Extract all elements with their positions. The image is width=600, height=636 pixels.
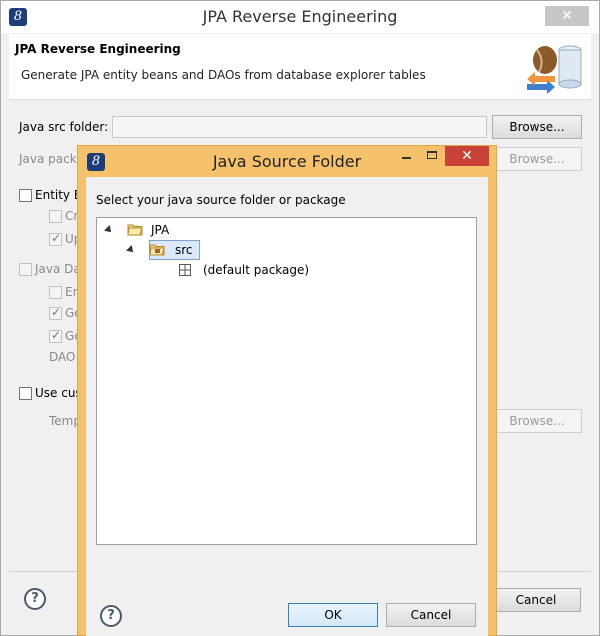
expand-arrow-icon[interactable] xyxy=(104,225,114,235)
window-titlebar[interactable]: 8 JPA Reverse Engineering ✕ xyxy=(1,1,599,33)
banner-description: Generate JPA entity beans and DAOs from … xyxy=(21,68,426,82)
browse-package-button[interactable]: Browse... xyxy=(492,147,582,171)
java-data-option2-checkbox[interactable] xyxy=(49,305,62,320)
help-icon[interactable]: ? xyxy=(24,588,46,610)
entity-bean-checkbox[interactable] xyxy=(19,189,32,202)
dialog-titlebar[interactable]: 8 Java Source Folder ✕ xyxy=(78,146,496,178)
tree-item-jpa[interactable]: JPA xyxy=(104,220,225,240)
source-folder-icon xyxy=(149,244,165,256)
maximize-button[interactable] xyxy=(419,146,445,166)
minimize-button[interactable] xyxy=(393,146,419,166)
dialog-cancel-button[interactable]: Cancel xyxy=(386,603,476,627)
tree-item-label: (default package) xyxy=(203,263,310,277)
java-data-label: Java Da xyxy=(35,262,81,276)
ok-button[interactable]: OK xyxy=(288,603,378,627)
dialog-help-icon[interactable]: ? xyxy=(100,605,122,627)
browse-src-folder-button[interactable]: Browse... xyxy=(492,115,582,139)
java-package-label: Java packa xyxy=(19,152,84,166)
maximize-icon xyxy=(427,151,437,159)
dialog-body: Select your java source folder or packag… xyxy=(86,177,488,636)
banner-title: JPA Reverse Engineering xyxy=(15,42,181,56)
java-src-folder-input[interactable] xyxy=(112,116,487,138)
expand-arrow-icon[interactable] xyxy=(126,245,136,255)
dao-label: DAO xyxy=(49,350,76,364)
cancel-button[interactable]: Cancel xyxy=(491,588,581,612)
entity-bean-label: Entity B xyxy=(35,188,83,202)
tree-item-label: JPA xyxy=(151,223,170,237)
use-custom-templates-checkbox[interactable] xyxy=(19,387,32,400)
java-src-folder-label: Java src folder: xyxy=(19,120,109,134)
java-source-folder-dialog: 8 Java Source Folder ✕ Select your java … xyxy=(77,145,497,636)
project-folder-icon xyxy=(127,224,143,236)
wizard-banner: JPA Reverse Engineering Generate JPA ent… xyxy=(9,34,591,100)
java-data-option1-checkbox[interactable] xyxy=(49,286,62,299)
package-icon xyxy=(179,264,191,276)
java-data-option3-checkbox[interactable] xyxy=(49,328,62,343)
entity-option1-checkbox[interactable] xyxy=(49,210,62,223)
dialog-close-button[interactable]: ✕ xyxy=(445,146,489,166)
beans-database-icon xyxy=(527,45,582,94)
entity-option2-checkbox[interactable] xyxy=(49,231,62,246)
use-custom-templates-label: Use cus xyxy=(35,386,82,400)
java-data-checkbox[interactable] xyxy=(19,263,32,276)
folder-tree[interactable]: JPA src (default package) xyxy=(96,217,477,545)
tree-item-default-package[interactable]: (default package) xyxy=(177,260,377,280)
minimize-icon xyxy=(402,157,411,159)
window-close-button[interactable]: ✕ xyxy=(545,6,589,26)
tree-item-src[interactable]: src xyxy=(126,240,247,260)
tree-item-label: src xyxy=(175,243,193,257)
browse-template-button[interactable]: Browse... xyxy=(492,409,582,433)
dialog-prompt: Select your java source folder or packag… xyxy=(96,193,346,207)
window-title: JPA Reverse Engineering xyxy=(202,7,398,26)
